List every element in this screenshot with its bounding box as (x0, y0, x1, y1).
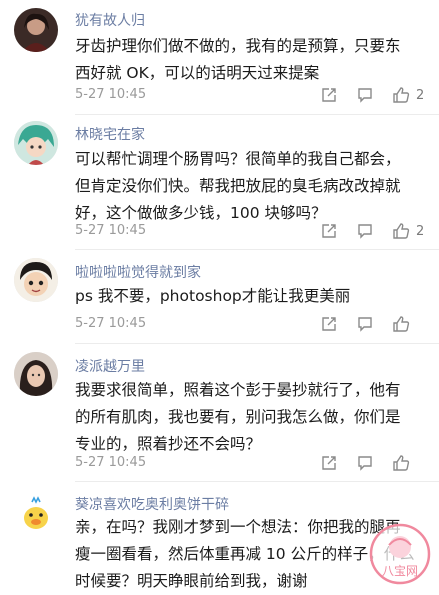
woman-portrait-avatar-icon (14, 352, 58, 396)
comment-text-line: 我要求很简单，照着这个彭于晏抄就行了，他有 (75, 381, 401, 399)
comment-divider (75, 249, 439, 250)
comment-username[interactable]: 林晓宅在家 (75, 124, 145, 144)
comment-text: 我要求很简单，照着这个彭于晏抄就行了，他有 的所有肌肉，我也要有，别问我怎么做，… (75, 377, 427, 458)
user-avatar[interactable] (14, 121, 58, 165)
comment-icon[interactable] (356, 315, 374, 333)
comment-text-line: 牙齿护理你们做不做的，我有的是预算，只要东 (75, 37, 401, 55)
site-watermark: 八宝网 (369, 523, 431, 585)
comment-time: 5-27 10:45 (75, 316, 147, 331)
share-icon[interactable] (320, 86, 338, 104)
comment-icon[interactable] (356, 86, 374, 104)
comment-divider (75, 114, 439, 115)
user-avatar[interactable] (14, 352, 58, 396)
like-icon[interactable] (392, 222, 410, 240)
comment-icon[interactable] (356, 222, 374, 240)
comment-icon[interactable] (356, 454, 374, 472)
cartoon-kid-avatar-icon (14, 258, 58, 302)
watermark-text: 八宝网 (382, 564, 418, 578)
dark-portrait-avatar-icon (14, 8, 58, 52)
comment-text-line: 但肯定没你们快。帮我把放屁的臭毛病改改掉就 (75, 177, 401, 195)
comment-text: ps 我不要，photoshop才能让我更美丽 (75, 283, 427, 310)
share-icon[interactable] (320, 222, 338, 240)
user-avatar[interactable] (14, 8, 58, 52)
comment-text-line: 的所有肌肉，我也要有，别问我怎么做，你们是 (75, 408, 401, 426)
comment-divider (75, 343, 439, 344)
comment-username[interactable]: 凌派越万里 (75, 356, 145, 376)
comment-username[interactable]: 犹有故人归 (75, 10, 145, 30)
comment-username[interactable]: 葵凉喜欢吃奥利奥饼干碎 (75, 494, 229, 514)
comment-text-line: ps 我不要，photoshop才能让我更美丽 (75, 287, 351, 305)
comment-text: 牙齿护理你们做不做的，我有的是预算，只要东 西好就 OK，可以的话明天过来提案 (75, 33, 427, 87)
comment-time: 5-27 10:45 (75, 87, 147, 102)
comment-username[interactable]: 啦啦啦啦觉得就到家 (75, 262, 201, 282)
comment-text-line: 可以帮忙调理个肠胃吗？很简单的我自己都会， (75, 150, 401, 168)
share-icon[interactable] (320, 315, 338, 333)
like-icon[interactable] (392, 454, 410, 472)
like-count: 2 (416, 223, 425, 239)
comment-actions (320, 314, 416, 334)
watermark-logo-icon: 八宝网 (369, 523, 431, 585)
comment-text-line: 西好就 OK，可以的话明天过来提案 (75, 64, 320, 82)
like-count: 2 (416, 87, 425, 103)
comment-actions (320, 453, 416, 473)
like-icon[interactable] (392, 315, 410, 333)
comment-time: 5-27 10:45 (75, 455, 147, 470)
comment-actions: 2 (320, 221, 424, 241)
comment-text: 可以帮忙调理个肠胃吗？很简单的我自己都会， 但肯定没你们快。帮我把放屁的臭毛病改… (75, 146, 427, 227)
like-icon[interactable] (392, 86, 410, 104)
anime-green-hair-avatar-icon (14, 121, 58, 165)
user-avatar[interactable] (14, 490, 58, 534)
share-icon[interactable] (320, 454, 338, 472)
comment-actions: 2 (320, 85, 424, 105)
cartoon-duck-avatar-icon (14, 490, 58, 534)
comment-time: 5-27 10:45 (75, 223, 147, 238)
comment-divider (75, 481, 439, 482)
user-avatar[interactable] (14, 258, 58, 302)
